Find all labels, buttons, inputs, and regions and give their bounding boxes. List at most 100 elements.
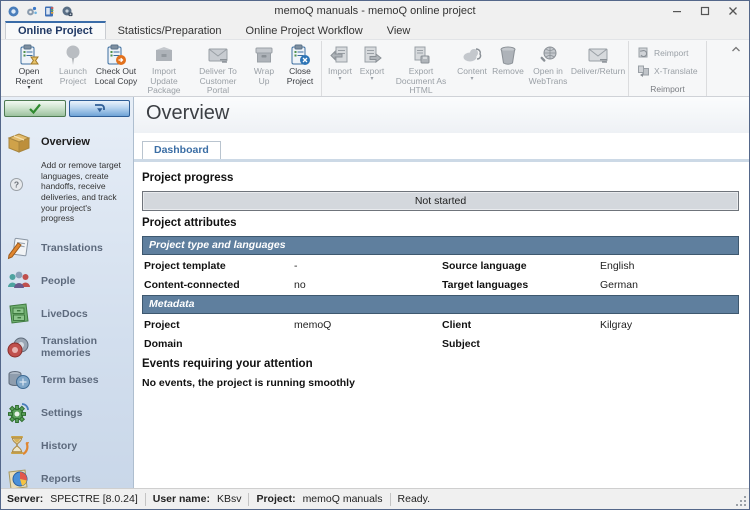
content-pane: Overview Dashboard Project progress Not …	[134, 97, 749, 488]
archive-box-icon	[253, 44, 275, 66]
magnifier-globe-icon	[537, 44, 559, 66]
meta-row-1: Project memoQ Client Kilgray	[142, 314, 739, 333]
export-button[interactable]: Export	[356, 42, 388, 97]
tab-statistics-preparation[interactable]: Statistics/Preparation	[106, 23, 234, 39]
tab-online-project[interactable]: Online Project	[5, 21, 106, 39]
subject-label: Subject	[442, 338, 600, 350]
sidebar-item-settings[interactable]: Settings	[4, 397, 130, 430]
memoq-app-icon[interactable]	[7, 5, 20, 18]
content-connected-value: no	[294, 279, 442, 291]
server-administrator-icon[interactable]	[61, 5, 74, 18]
status-bar: Server: SPECTRE [8.0.24] User name: KBsv…	[1, 488, 749, 509]
deliver-return-button[interactable]: Deliver/Return	[570, 42, 626, 97]
user-name-value: KBsv	[217, 493, 242, 505]
quick-access-toolbar	[3, 5, 74, 18]
resize-grip[interactable]	[736, 496, 747, 507]
settings-gear-icon	[6, 400, 32, 426]
subject-value	[600, 338, 733, 350]
overview-description: Add or remove target languages, create h…	[29, 160, 121, 224]
sidebar-item-translations[interactable]: Translations	[4, 232, 130, 265]
overview-package-icon	[6, 129, 32, 155]
source-language-label: Source language	[442, 260, 600, 272]
sync-button[interactable]	[69, 100, 131, 117]
open-recent-button[interactable]: Open Recent	[5, 42, 53, 96]
launch-project-button[interactable]: Launch Project	[53, 42, 93, 96]
clipboard-checkout-icon	[105, 44, 127, 66]
content-connected-label: Content-connected	[144, 279, 294, 291]
close-button[interactable]	[719, 2, 747, 20]
help-icon[interactable]: ?	[10, 178, 23, 191]
server-value: SPECTRE [8.0.24]	[50, 493, 138, 505]
attr-row-2: Content-connected no Target languages Ge…	[142, 274, 739, 293]
overview-description-row: ? Add or remove target languages, create…	[4, 158, 130, 232]
minimize-button[interactable]	[663, 2, 691, 20]
project-status-label: Project:	[256, 493, 295, 505]
check-out-local-copy-button[interactable]: Check Out Local Copy	[93, 42, 139, 96]
sidebar-action-buttons	[4, 100, 130, 117]
svg-text:?: ?	[14, 180, 19, 190]
sidebar-item-label: Overview	[41, 136, 90, 148]
status-divider	[390, 493, 391, 506]
sidebar-item-label: Term bases	[41, 374, 99, 386]
ribbon-group-reimport: Reimport X-Translate Reimport	[629, 41, 707, 96]
sidebar-item-label: LiveDocs	[41, 308, 88, 320]
wrap-up-button[interactable]: Wrap Up	[247, 42, 281, 96]
livedocs-cabinet-icon	[6, 301, 32, 327]
confirm-button[interactable]	[4, 100, 66, 117]
collapse-ribbon-icon[interactable]	[731, 44, 741, 56]
import-button[interactable]: Import	[324, 42, 356, 97]
progress-status-text: Not started	[415, 195, 466, 207]
remove-button[interactable]: Remove	[490, 42, 526, 97]
people-icon	[6, 268, 32, 294]
history-hourglass-icon	[6, 433, 32, 459]
sidebar-item-people[interactable]: People	[4, 265, 130, 298]
export-document-as-html-button[interactable]: Export Document As HTML	[388, 42, 454, 97]
export-document-icon	[361, 44, 383, 66]
domain-label: Domain	[144, 338, 294, 350]
import-update-package-button[interactable]: Import Update Package	[139, 42, 189, 96]
sidebar-item-livedocs[interactable]: LiveDocs	[4, 298, 130, 331]
sidebar-item-label: Reports	[41, 473, 81, 485]
translation-memories-icon	[6, 334, 32, 360]
blue-refresh-arrow-icon	[92, 102, 106, 115]
domain-value	[294, 338, 442, 350]
envelope-icon	[207, 44, 229, 66]
project-template-value: -	[294, 260, 442, 272]
content-cloud-icon	[461, 44, 483, 66]
sidebar-item-translation-memories[interactable]: Translation memories	[4, 331, 130, 364]
open-in-webtrans-button[interactable]: Open in WebTrans	[526, 42, 570, 97]
tab-online-project-workflow[interactable]: Online Project Workflow	[234, 23, 375, 39]
launch-balloon-icon	[62, 44, 84, 66]
clipboard-hourglass-icon	[18, 44, 40, 66]
reimport-button[interactable]: Reimport	[637, 46, 698, 59]
source-language-value: English	[600, 260, 733, 272]
project-value: memoQ	[294, 319, 442, 331]
content-button[interactable]: Content	[454, 42, 490, 97]
page-title: Overview	[146, 102, 737, 125]
reimport-icon	[637, 46, 650, 59]
status-divider	[248, 493, 249, 506]
options-gear-icon[interactable]	[25, 5, 38, 18]
window-controls	[663, 2, 747, 20]
maximize-button[interactable]	[691, 2, 719, 20]
project-template-label: Project template	[144, 260, 294, 272]
close-project-button[interactable]: Close Project	[281, 42, 319, 96]
dashboard-body: Project progress Not started Project att…	[134, 162, 749, 488]
x-translate-button[interactable]: X-Translate	[637, 64, 698, 77]
tab-dashboard[interactable]: Dashboard	[142, 141, 221, 159]
deliver-to-customer-portal-button[interactable]: Deliver To Customer Portal	[189, 42, 247, 96]
events-text: No events, the project is running smooth…	[142, 377, 739, 389]
clipboard-close-icon	[289, 44, 311, 66]
html-document-disk-icon	[410, 44, 432, 66]
target-languages-label: Target languages	[442, 279, 600, 291]
trash-icon	[497, 44, 519, 66]
sidebar-item-label: Translations	[41, 242, 103, 254]
tab-view[interactable]: View	[375, 23, 423, 39]
user-name-label: User name:	[153, 493, 210, 505]
sidebar-item-history[interactable]: History	[4, 430, 130, 463]
resource-console-icon[interactable]	[43, 5, 56, 18]
sidebar-item-term-bases[interactable]: Term bases	[4, 364, 130, 397]
attr-row-1: Project template - Source language Engli…	[142, 255, 739, 274]
band-project-type-languages: Project type and languages	[142, 236, 739, 255]
sidebar-item-overview[interactable]: Overview	[4, 125, 130, 158]
